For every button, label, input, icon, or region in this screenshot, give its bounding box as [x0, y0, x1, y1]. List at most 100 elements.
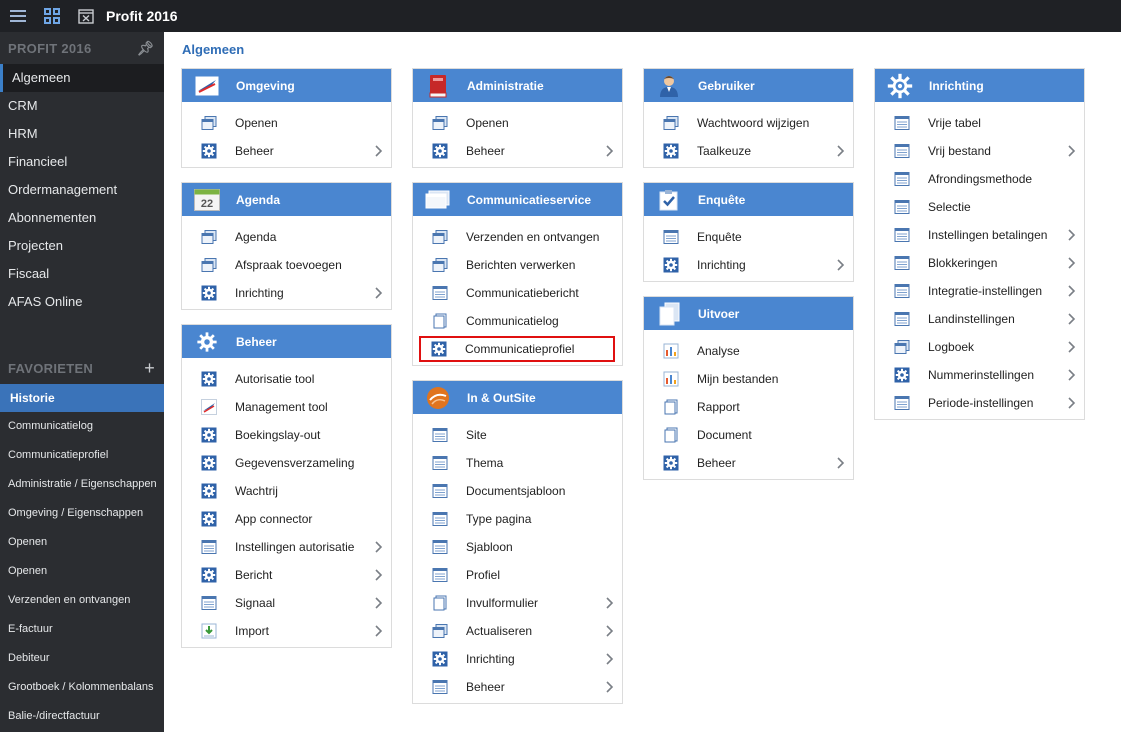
history-header[interactable]: Historie [0, 384, 164, 412]
chevron-right-icon[interactable] [373, 596, 385, 610]
sidebar-item-ordermanagement[interactable]: Ordermanagement [0, 176, 164, 204]
menu-item-beheer[interactable]: Beheer [644, 449, 853, 477]
chevron-right-icon[interactable] [604, 680, 616, 694]
menu-item-blokkeringen[interactable]: Blokkeringen [875, 249, 1084, 277]
history-item-communicatieprofiel[interactable]: Communicatieprofiel [0, 441, 164, 470]
menu-icon[interactable] [10, 8, 26, 24]
menu-item-openen[interactable]: Openen [182, 109, 391, 137]
chevron-right-icon[interactable] [1066, 340, 1078, 354]
chevron-right-icon[interactable] [1066, 256, 1078, 270]
chevron-right-icon[interactable] [373, 144, 385, 158]
menu-item-mijn-bestanden[interactable]: Mijn bestanden [644, 365, 853, 393]
menu-item-beheer[interactable]: Beheer [413, 137, 622, 165]
menu-item-integratie-instellingen[interactable]: Integratie-instellingen [875, 277, 1084, 305]
menu-item-thema[interactable]: Thema [413, 449, 622, 477]
sidebar-item-crm[interactable]: CRM [0, 92, 164, 120]
menu-item-beheer[interactable]: Beheer [413, 673, 622, 701]
history-item-balie-directfactuur[interactable]: Balie-/directfactuur [0, 702, 164, 731]
close-window-icon[interactable] [78, 8, 94, 24]
menu-item-type-pagina[interactable]: Type pagina [413, 505, 622, 533]
history-item-openen[interactable]: Openen [0, 557, 164, 586]
sidebar-item-projecten[interactable]: Projecten [0, 232, 164, 260]
chevron-right-icon[interactable] [1066, 144, 1078, 158]
menu-item-signaal[interactable]: Signaal [182, 589, 391, 617]
menu-item-management-tool[interactable]: Management tool [182, 393, 391, 421]
chevron-right-icon[interactable] [1066, 312, 1078, 326]
menu-item-rapport[interactable]: Rapport [644, 393, 853, 421]
history-item-grootboek-kolommenbalans[interactable]: Grootboek / Kolommenbalans [0, 673, 164, 702]
chevron-right-icon[interactable] [835, 258, 847, 272]
menu-item-documentsjabloon[interactable]: Documentsjabloon [413, 477, 622, 505]
chevron-right-icon[interactable] [373, 286, 385, 300]
menu-item-invulformulier[interactable]: Invulformulier [413, 589, 622, 617]
menu-item-gegevensverzameling[interactable]: Gegevensverzameling [182, 449, 391, 477]
chevron-right-icon[interactable] [604, 652, 616, 666]
history-item-debiteur[interactable]: Debiteur [0, 644, 164, 673]
menu-item-nummerinstellingen[interactable]: Nummerinstellingen [875, 361, 1084, 389]
sidebar-item-abonnementen[interactable]: Abonnementen [0, 204, 164, 232]
menu-item-inrichting[interactable]: Inrichting [182, 279, 391, 307]
menu-item-enqu-te[interactable]: Enquête [644, 223, 853, 251]
menu-item-communicatielog[interactable]: Communicatielog [413, 307, 622, 335]
history-item-verzenden-en-ontvangen[interactable]: Verzenden en ontvangen [0, 586, 164, 615]
sidebar-item-hrm[interactable]: HRM [0, 120, 164, 148]
menu-item-import[interactable]: Import [182, 617, 391, 645]
chevron-right-icon[interactable] [835, 144, 847, 158]
sidebar-item-algemeen[interactable]: Algemeen [0, 64, 164, 92]
menu-item-logboek[interactable]: Logboek [875, 333, 1084, 361]
chevron-right-icon[interactable] [373, 568, 385, 582]
history-item-omgeving-eigenschappen[interactable]: Omgeving / Eigenschappen [0, 499, 164, 528]
menu-item-document[interactable]: Document [644, 421, 853, 449]
menu-item-actualiseren[interactable]: Actualiseren [413, 617, 622, 645]
sidebar-item-afas-online[interactable]: AFAS Online [0, 288, 164, 316]
history-item-communicatielog[interactable]: Communicatielog [0, 412, 164, 441]
chevron-right-icon[interactable] [835, 456, 847, 470]
chevron-right-icon[interactable] [1066, 284, 1078, 298]
sidebar-item-financieel[interactable]: Financieel [0, 148, 164, 176]
chevron-right-icon[interactable] [604, 596, 616, 610]
dashboard-grid-icon[interactable] [44, 8, 60, 24]
history-item-e-factuur[interactable]: E-factuur [0, 615, 164, 644]
menu-item-inrichting[interactable]: Inrichting [644, 251, 853, 279]
menu-item-vrije-tabel[interactable]: Vrije tabel [875, 109, 1084, 137]
menu-item-selectie[interactable]: Selectie [875, 193, 1084, 221]
history-item-administratie-eigenschappen[interactable]: Administratie / Eigenschappen [0, 470, 164, 499]
menu-item-verzenden-en-ontvangen[interactable]: Verzenden en ontvangen [413, 223, 622, 251]
menu-item-boekingslay-out[interactable]: Boekingslay-out [182, 421, 391, 449]
chevron-right-icon[interactable] [1066, 228, 1078, 242]
menu-item-periode-instellingen[interactable]: Periode-instellingen [875, 389, 1084, 417]
pin-icon[interactable]: 📌︎ [137, 40, 155, 57]
menu-item-taalkeuze[interactable]: Taalkeuze [644, 137, 853, 165]
menu-item-afspraak-toevoegen[interactable]: Afspraak toevoegen [182, 251, 391, 279]
menu-item-vrij-bestand[interactable]: Vrij bestand [875, 137, 1084, 165]
menu-item-berichten-verwerken[interactable]: Berichten verwerken [413, 251, 622, 279]
menu-item-afrondingsmethode[interactable]: Afrondingsmethode [875, 165, 1084, 193]
menu-item-site[interactable]: Site [413, 421, 622, 449]
menu-item-instellingen-autorisatie[interactable]: Instellingen autorisatie [182, 533, 391, 561]
chevron-right-icon[interactable] [604, 144, 616, 158]
menu-item-autorisatie-tool[interactable]: Autorisatie tool [182, 365, 391, 393]
menu-item-wachtwoord-wijzigen[interactable]: Wachtwoord wijzigen [644, 109, 853, 137]
menu-item-analyse[interactable]: Analyse [644, 337, 853, 365]
menu-item-openen[interactable]: Openen [413, 109, 622, 137]
menu-item-instellingen-betalingen[interactable]: Instellingen betalingen [875, 221, 1084, 249]
chevron-right-icon[interactable] [604, 624, 616, 638]
menu-item-bericht[interactable]: Bericht [182, 561, 391, 589]
menu-item-communicatieprofiel[interactable]: Communicatieprofiel [418, 335, 616, 363]
menu-item-beheer[interactable]: Beheer [182, 137, 391, 165]
chevron-right-icon[interactable] [373, 540, 385, 554]
chevron-right-icon[interactable] [1066, 368, 1078, 382]
menu-item-sjabloon[interactable]: Sjabloon [413, 533, 622, 561]
menu-item-communicatiebericht[interactable]: Communicatiebericht [413, 279, 622, 307]
menu-item-inrichting[interactable]: Inrichting [413, 645, 622, 673]
menu-item-profiel[interactable]: Profiel [413, 561, 622, 589]
history-item-openen[interactable]: Openen [0, 528, 164, 557]
menu-item-wachtrij[interactable]: Wachtrij [182, 477, 391, 505]
menu-item-landinstellingen[interactable]: Landinstellingen [875, 305, 1084, 333]
sidebar-item-fiscaal[interactable]: Fiscaal [0, 260, 164, 288]
menu-item-agenda[interactable]: Agenda [182, 223, 391, 251]
chevron-right-icon[interactable] [373, 624, 385, 638]
menu-item-app-connector[interactable]: App connector [182, 505, 391, 533]
add-favorite-icon[interactable]: + [144, 358, 155, 379]
chevron-right-icon[interactable] [1066, 396, 1078, 410]
